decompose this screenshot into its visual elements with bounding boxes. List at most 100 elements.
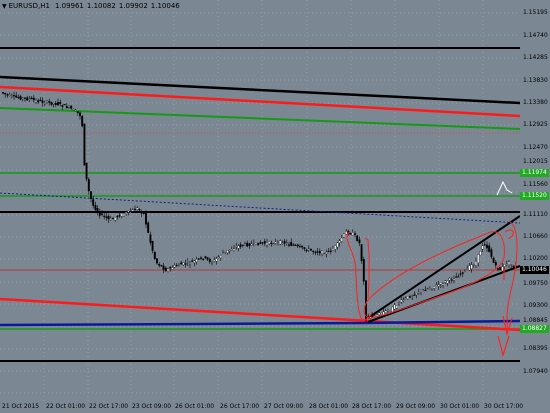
candle-bear [50,101,53,105]
chart-plot-area[interactable] [0,0,520,401]
candle-bear [457,276,460,278]
candle-bull [466,268,469,270]
candle-bear [371,315,374,317]
candle-bull [343,233,345,238]
candle-bear [288,244,290,246]
candle-bull [384,310,387,313]
time-scale[interactable]: 21 Oct 2015 22 Oct 01:00 22 Oct 17:00 23… [0,401,523,413]
candle-bear [101,213,103,215]
candle-bear [499,267,502,271]
time-label: 28 Oct 17:00 [352,403,392,410]
price-label: 1.07940 [523,368,548,375]
candle-bear [241,244,244,246]
price-label: 1.12015 [523,158,548,165]
candle-bear [32,97,35,101]
candle-bear [175,265,178,267]
candle-bull [345,231,348,235]
candle-bull [336,242,339,248]
candle-bear [455,276,458,278]
candle-bear [257,242,260,246]
candle-bull [252,242,255,244]
candle-bull [186,261,189,263]
candle-bull [481,245,484,250]
candle-bull [28,98,31,100]
candle-bull [402,299,405,301]
candle-bear [169,267,172,269]
candle-bear [138,209,141,211]
candle-bull [400,299,403,303]
candle-bull [472,264,475,266]
channel-line-lower[interactable] [367,265,520,323]
candle-bear [461,272,464,274]
candle-bull [411,295,414,297]
candle-bear [145,212,147,225]
candle-bull [109,218,112,221]
price-scale[interactable]: 1.15195 1.14740 1.14285 1.13830 1.13380 … [519,0,550,413]
chart-title: ▼ EURUSD,H1 1.09961 1.10082 1.09902 1.10046 [2,2,183,10]
drawing-channel-outline[interactable] [363,231,505,319]
candle-bull [250,243,253,246]
candle-bull [222,252,224,254]
candle-bull [332,248,334,251]
candle-bear [90,191,92,199]
price-label: 1.12925 [523,121,548,128]
candle-bear [450,279,453,281]
candle-bear [160,265,163,267]
candle-bear [41,100,44,103]
candle-bear [327,251,330,253]
time-label: 27 Oct 09:00 [264,403,304,410]
drawing-right-arrow-shaft[interactable] [506,221,518,333]
chart-window[interactable]: ▼ EURUSD,H1 1.09961 1.10082 1.09902 1.10046 1… [0,0,550,413]
candle-bull [468,265,471,271]
candle-bull [274,241,277,244]
candle-bull [508,261,510,265]
candle-bear [54,103,57,106]
candle-bear [151,241,154,251]
candle-bull [404,297,407,299]
candle-bear [512,265,515,267]
candle-bear [206,257,209,260]
candle-bull [173,265,176,268]
symbol-label: EURUSD,H1 [8,2,50,10]
candle-bull [406,296,409,300]
candle-bear [81,115,84,127]
candle-bull [389,310,392,312]
candle-bear [85,162,88,180]
candle-bull [444,280,447,283]
time-label: 26 Oct 17:00 [220,403,260,410]
time-label: 22 Oct 17:00 [89,403,129,410]
candle-bear [424,290,427,292]
dropdown-triangle-icon[interactable]: ▼ [2,3,7,10]
price-label: 1.10200 [523,255,548,262]
grid [0,0,520,401]
candle-bull [279,240,282,245]
trendline-black-upper[interactable] [0,75,520,105]
price-label: 1.12470 [523,144,548,151]
candle-bull [217,256,220,258]
candle-bear [191,260,194,262]
candle-bull [195,259,198,262]
candle-bull [378,312,381,315]
candle-bull [479,251,482,256]
candle-bull [428,288,431,290]
candle-bear [184,263,187,265]
drawing-curl[interactable] [504,229,514,239]
candle-bear [303,247,306,249]
candle-bull [277,241,279,243]
candle-bear [147,222,150,233]
candle-bull [46,100,48,103]
candle-bear [239,244,242,247]
candle-bear [202,258,205,260]
candle-bull [120,213,123,217]
trendline-blue-dotted[interactable] [0,192,520,224]
candle-bull [387,310,389,312]
candle-bear [290,242,293,246]
candle-bull [125,212,128,214]
candle-bull [307,248,310,251]
price-label: 1.11110 [523,211,548,218]
drawing-tick-mark[interactable] [496,180,513,196]
channel-line-upper[interactable] [367,215,520,319]
candle-bear [98,211,101,216]
candle-bear [314,251,317,253]
price-label: 1.08395 [523,345,548,352]
